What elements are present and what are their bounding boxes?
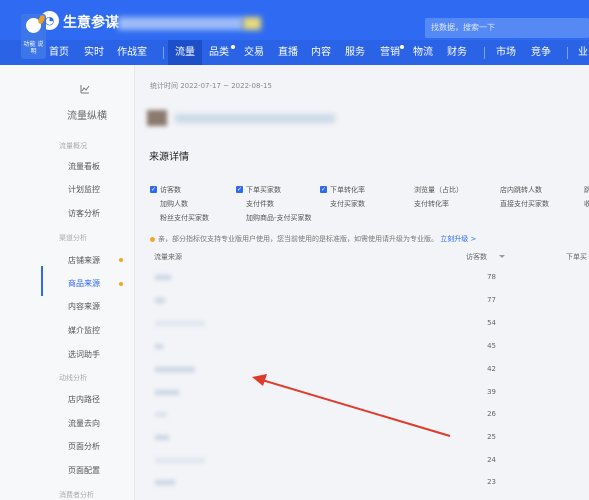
annotation-arrow <box>252 374 451 437</box>
arrow-head-icon <box>252 374 267 386</box>
arrow-shaft <box>261 379 451 437</box>
